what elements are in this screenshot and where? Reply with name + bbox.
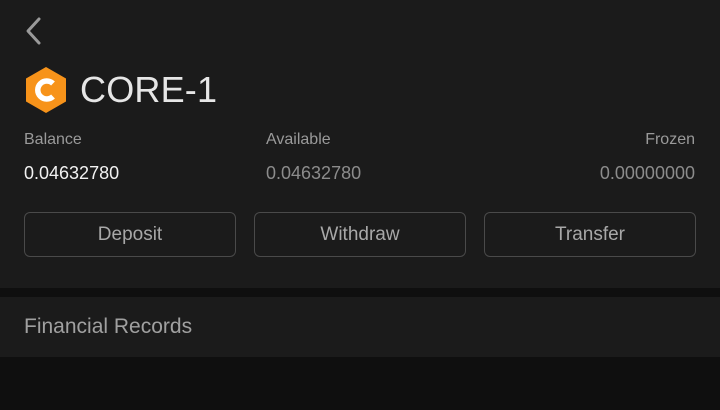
frozen-stat: Frozen 0.00000000 bbox=[600, 128, 695, 186]
back-button[interactable] bbox=[20, 14, 48, 48]
available-value: 0.04632780 bbox=[266, 163, 362, 183]
withdraw-button[interactable]: Withdraw bbox=[254, 212, 466, 257]
financial-records-title: Financial Records bbox=[24, 315, 193, 338]
balance-label: Balance bbox=[24, 131, 82, 148]
balance-value: 0.04632780 bbox=[24, 163, 120, 183]
frozen-value: 0.00000000 bbox=[599, 163, 695, 183]
core-coin-logo bbox=[26, 67, 66, 113]
available-label: Available bbox=[266, 131, 331, 148]
asset-summary-panel: CORE-1 Balance 0.04632780 Available 0.04… bbox=[0, 0, 720, 288]
transfer-button[interactable]: Transfer bbox=[484, 212, 696, 257]
coin-name: CORE-1 bbox=[80, 69, 218, 110]
balance-stat: Balance 0.04632780 bbox=[24, 128, 119, 186]
available-stat: Available 0.04632780 bbox=[266, 128, 361, 186]
frozen-label: Frozen bbox=[645, 131, 695, 148]
deposit-button[interactable]: Deposit bbox=[24, 212, 236, 257]
chevron-left-icon bbox=[26, 17, 41, 45]
coin-header: CORE-1 bbox=[24, 66, 217, 114]
financial-records-row[interactable]: Financial Records bbox=[0, 297, 720, 357]
